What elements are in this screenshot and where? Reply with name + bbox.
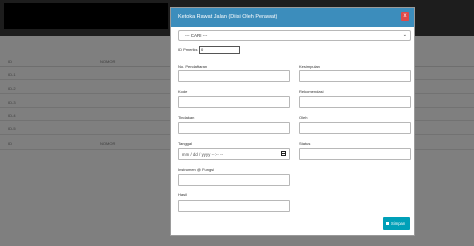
instrumen-label: Instrumen @ Fungsi (178, 167, 215, 172)
oleh-input[interactable] (299, 122, 411, 134)
status-input[interactable] (299, 148, 411, 160)
save-button-label: Simpan (391, 221, 406, 226)
close-icon: x (403, 13, 407, 19)
tanggal-date-input[interactable]: mm / dd / yyyy --:-- -- (178, 148, 290, 160)
kesimpulan-input[interactable] (299, 70, 411, 82)
rekomendasi-label: Rekomendasi (299, 89, 324, 94)
kesimpulan-label: Kesimpulan (299, 64, 320, 69)
search-select-value: --- CARI --- (185, 33, 208, 38)
redacted-area (4, 3, 168, 29)
modal-title: Ketoka Rawat Jalan (Diisi Oleh Perawat) (178, 14, 278, 20)
hasil-input[interactable] (178, 200, 290, 212)
modal-dialog: Ketoka Rawat Jalan (Diisi Oleh Perawat) … (170, 7, 415, 236)
tindakan-input[interactable] (178, 122, 290, 134)
table-row-id: ID-3 (8, 100, 16, 105)
kode-label: Kode (178, 89, 188, 94)
oleh-label: Oleh (299, 115, 308, 120)
no-pendaftaran-label: No. Pendaftaran (178, 64, 208, 69)
calendar-icon[interactable] (281, 151, 286, 156)
table-header-nomor: NOMOR (100, 59, 116, 64)
modal-header: Ketoka Rawat Jalan (Diisi Oleh Perawat) … (171, 8, 414, 27)
chevron-down-icon: ⌄ (402, 32, 407, 38)
search-select[interactable]: --- CARI --- ⌄ (178, 30, 411, 41)
tanggal-placeholder: mm / dd / yyyy --:-- -- (182, 152, 224, 157)
hasil-label: Hasil (178, 192, 187, 197)
rekomendasi-input[interactable] (299, 96, 411, 108)
table-row-id: ID-1 (8, 72, 16, 77)
table-footer-nomor: NOMOR (100, 141, 116, 146)
kode-input[interactable] (178, 96, 290, 108)
close-button[interactable]: x (401, 12, 409, 21)
table-row-id: ID-2 (8, 86, 16, 91)
save-icon (386, 221, 389, 225)
table-header-id: ID (8, 59, 12, 64)
status-label: Status (299, 141, 311, 146)
table-row-id: ID-5 (8, 126, 16, 131)
id-pemeriksaan-input[interactable]: 0 (199, 46, 240, 54)
table-row-id: ID-4 (8, 113, 16, 118)
instrumen-input[interactable] (178, 174, 290, 186)
no-pendaftaran-input[interactable] (178, 70, 290, 82)
tindakan-label: Tindakan (178, 115, 195, 120)
id-pemeriksaan-label: ID Pmeriks (178, 47, 198, 52)
save-button[interactable]: Simpan (383, 217, 410, 230)
tanggal-label: Tanggal (178, 141, 193, 146)
table-footer-id: ID (8, 141, 12, 146)
